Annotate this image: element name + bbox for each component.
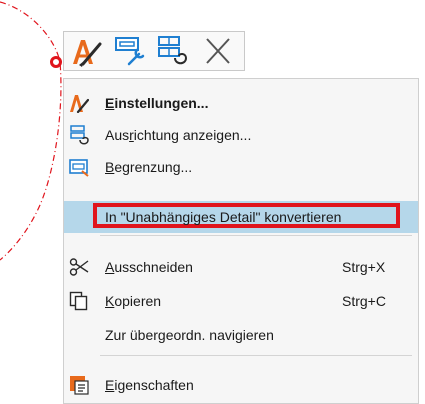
properties-icon [70,376,89,395]
curve-marker-point[interactable] [50,56,62,68]
menu-item-eigenschaften[interactable]: Eigenschaften [64,369,418,401]
menu-item-einstellungen[interactable]: Einstellungen... [64,87,418,119]
menu-item-unabhaengiges-detail[interactable]: In "Unabhängiges Detail" konvertieren [64,201,418,233]
pen-brush-icon [70,95,89,113]
close-tool-button[interactable] [200,34,236,68]
menu-item-label: Ausschneiden [105,259,193,275]
orientation-icon [158,36,188,65]
frame-tool-button[interactable] [113,34,149,68]
close-icon [206,38,230,64]
menu-item-label: In "Unabhängiges Detail" konvertieren [105,209,342,225]
menu-item-zur-uebergeordn-navigieren[interactable]: Zur übergeordn. navigieren [64,319,418,351]
context-menu: Einstellungen... Ausrichtung anzeigen...… [63,78,419,404]
menu-item-ausschneiden[interactable]: Ausschneiden Strg+X [64,251,418,283]
settings-tool-button[interactable] [68,34,104,68]
menu-item-label: Kopieren [105,293,162,309]
menu-item-ausrichtung[interactable]: Ausrichtung anzeigen... [64,119,418,151]
boundary-icon [69,159,89,177]
menu-separator [100,235,412,236]
pen-brush-icon [73,40,102,67]
mini-toolbar [63,31,245,71]
scissors-icon [69,258,89,276]
menu-item-label: Ausrichtung anzeigen... [105,127,252,143]
menu-item-label: Eigenschaften [105,377,194,393]
menu-item-label: Begrenzung... [105,159,193,175]
menu-item-label: Zur übergeordn. navigieren [105,327,274,343]
frame-wrench-icon [115,37,145,66]
menu-item-begrenzung[interactable]: Begrenzung... [64,151,418,183]
copy-icon [69,291,88,311]
menu-item-label: Einstellungen... [105,95,209,111]
shortcut-label: Strg+C [342,293,386,309]
orientation-icon [70,125,89,145]
dashed-arc-curve [0,1,62,261]
menu-separator [100,355,412,356]
menu-item-kopieren[interactable]: Kopieren Strg+C [64,285,418,317]
shortcut-label: Strg+X [342,259,386,275]
orientation-tool-button[interactable] [155,34,191,68]
